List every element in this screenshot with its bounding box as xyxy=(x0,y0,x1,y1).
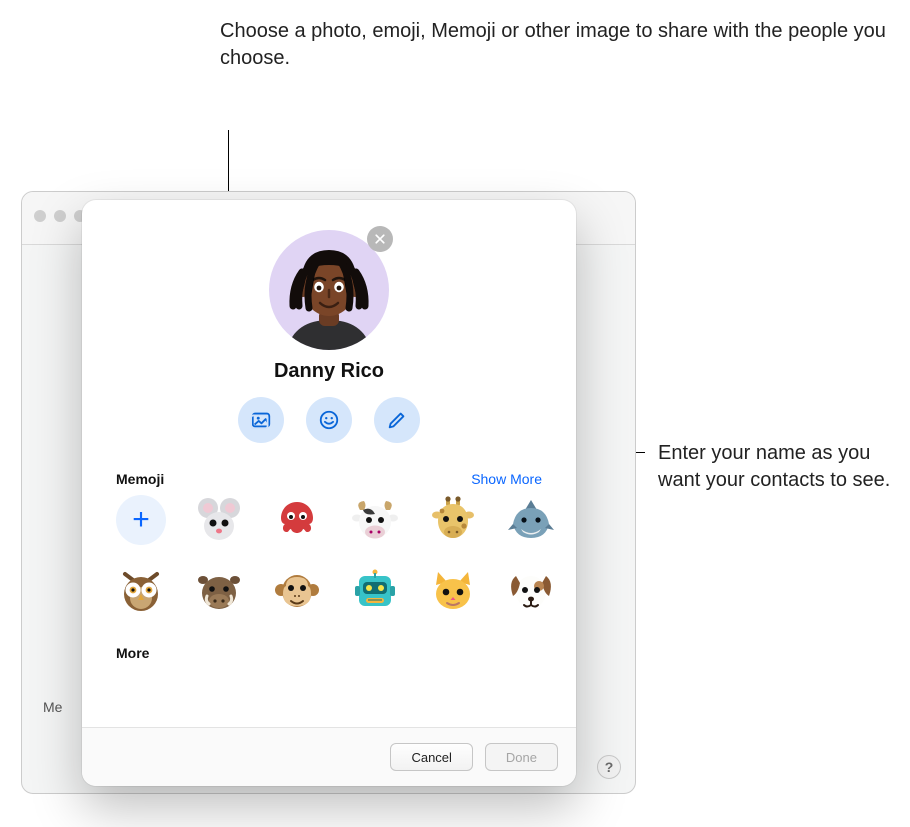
cow-icon xyxy=(351,496,399,544)
giraffe-icon xyxy=(429,496,477,544)
close-icon xyxy=(374,233,386,245)
name-and-photo-sheet: Danny Rico xyxy=(82,200,576,786)
memoji-item-dog[interactable] xyxy=(506,565,556,615)
help-button[interactable]: ? xyxy=(597,755,621,779)
add-memoji-button[interactable]: + xyxy=(116,495,166,545)
sheet-content: Danny Rico xyxy=(82,200,576,661)
window-traffic-lights[interactable] xyxy=(34,210,86,222)
owl-icon xyxy=(117,566,165,614)
dog-icon xyxy=(507,566,555,614)
avatar-wrap xyxy=(269,230,389,350)
emoji-icon xyxy=(318,409,340,431)
pencil-icon xyxy=(386,409,408,431)
memoji-item-mouse[interactable] xyxy=(194,495,244,545)
close-dot-icon[interactable] xyxy=(34,210,46,222)
memoji-item-robot[interactable] xyxy=(350,565,400,615)
memoji-item-giraffe[interactable] xyxy=(428,495,478,545)
sheet-footer: Cancel Done xyxy=(82,727,576,786)
edit-name-button[interactable] xyxy=(374,397,420,443)
callout-top: Choose a photo, emoji, Memoji or other i… xyxy=(220,18,910,72)
mouse-icon xyxy=(195,496,243,544)
cancel-button[interactable]: Cancel xyxy=(390,743,472,771)
minimize-dot-icon[interactable] xyxy=(54,210,66,222)
callout-right: Enter your name as you want your contact… xyxy=(658,440,910,494)
display-name-label: Danny Rico xyxy=(114,360,544,383)
memoji-item-monkey[interactable] xyxy=(272,565,322,615)
memoji-item-shark[interactable] xyxy=(506,495,556,545)
more-section-title: More xyxy=(114,645,544,661)
memoji-item-cow[interactable] xyxy=(350,495,400,545)
octopus-icon xyxy=(273,496,321,544)
memoji-item-owl[interactable] xyxy=(116,565,166,615)
done-button[interactable]: Done xyxy=(485,743,558,771)
memoji-item-boar[interactable] xyxy=(194,565,244,615)
image-source-options xyxy=(114,397,544,443)
monkey-icon xyxy=(273,566,321,614)
robot-icon xyxy=(351,566,399,614)
choose-photo-button[interactable] xyxy=(238,397,284,443)
memoji-grid: + xyxy=(114,495,544,615)
photo-icon xyxy=(250,409,272,431)
stage: Choose a photo, emoji, Memoji or other i… xyxy=(0,0,910,827)
sidebar-index-label: Me xyxy=(43,699,62,715)
memoji-section-header: Memoji Show More xyxy=(116,471,542,487)
memoji-section-title: Memoji xyxy=(116,471,164,487)
clear-avatar-button[interactable] xyxy=(367,226,393,252)
memoji-show-more-link[interactable]: Show More xyxy=(471,471,542,487)
memoji-item-octopus[interactable] xyxy=(272,495,322,545)
cat-icon xyxy=(429,566,477,614)
choose-emoji-button[interactable] xyxy=(306,397,352,443)
memoji-item-cat[interactable] xyxy=(428,565,478,615)
boar-icon xyxy=(195,566,243,614)
shark-icon xyxy=(507,496,555,544)
